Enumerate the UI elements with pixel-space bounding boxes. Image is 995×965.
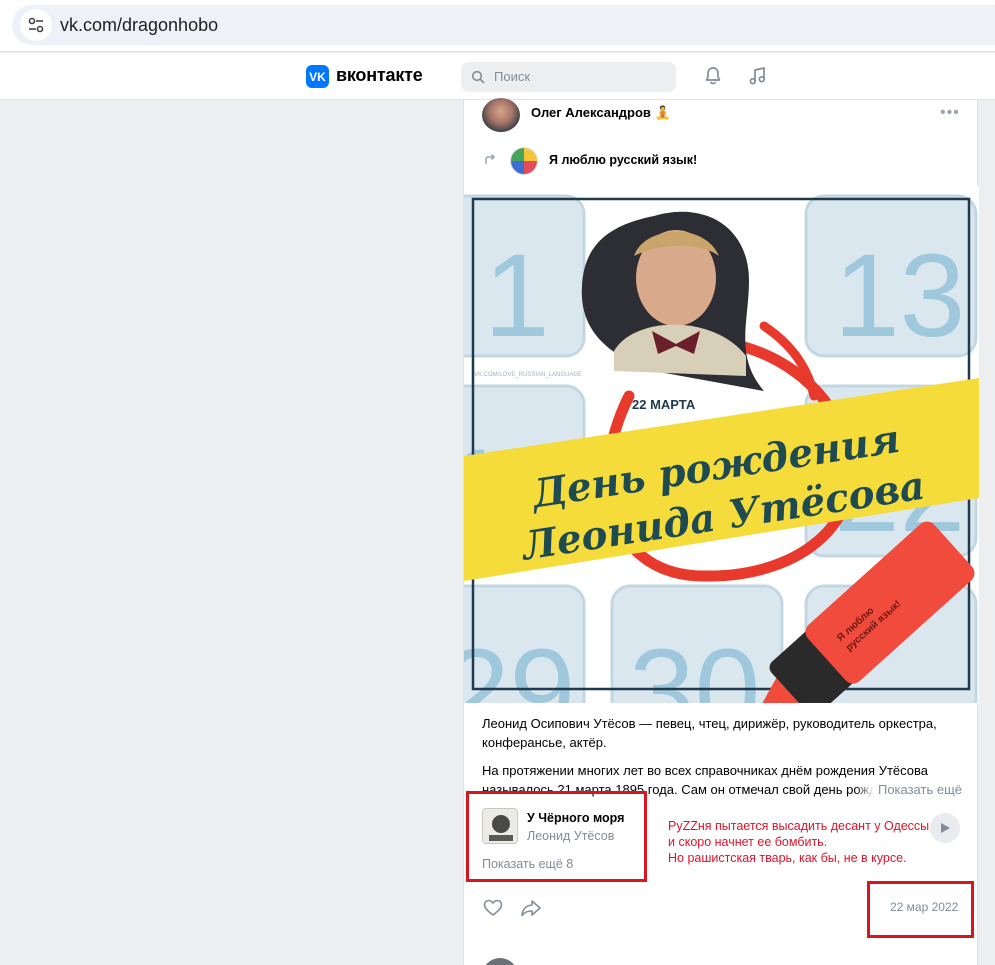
play-button[interactable] — [930, 813, 960, 843]
date-highlight-frame — [867, 881, 974, 938]
play-icon — [941, 823, 950, 833]
calendar-number: 30 — [629, 625, 760, 703]
post-paragraph-1: Леонид Осипович Утёсов — певец, чтец, ди… — [482, 716, 937, 750]
address-bar[interactable]: vk.com/dragonhobo — [12, 5, 995, 45]
tune-icon — [28, 17, 44, 33]
search-input[interactable]: Поиск — [461, 62, 676, 92]
brand-name[interactable]: вконтакте — [336, 65, 423, 86]
post-image[interactable]: 1 13 10 22 29 30 VK.COM/LOVE_RUSSIAN_LAN… — [464, 186, 979, 703]
repost-group-name[interactable]: Я люблю русский язык! — [549, 153, 697, 167]
next-post-avatar[interactable] — [482, 958, 518, 965]
search-icon — [471, 70, 485, 84]
repost-icon — [485, 153, 496, 164]
audio-highlight-frame — [466, 791, 647, 882]
vk-logo[interactable]: VK — [306, 65, 329, 88]
image-date-label: 22 МАРТА — [632, 397, 696, 412]
music-note-icon[interactable] — [747, 65, 769, 87]
site-header: VK вконтакте Поиск — [0, 53, 995, 100]
calendar-number: 1 — [484, 230, 550, 362]
calendar-number: 29 — [464, 625, 575, 703]
browser-toolbar: vk.com/dragonhobo — [0, 0, 995, 52]
show-more-link[interactable]: Показать ещё — [855, 780, 962, 799]
search-placeholder: Поиск — [494, 69, 531, 84]
author-name[interactable]: Олег Александров 🧘 — [531, 105, 671, 121]
post-text: Леонид Осипович Утёсов — певец, чтец, ди… — [482, 714, 962, 799]
share-icon[interactable] — [520, 899, 542, 917]
group-avatar[interactable] — [510, 147, 538, 175]
heart-icon[interactable] — [483, 899, 503, 917]
bell-icon[interactable] — [702, 65, 724, 87]
post-more-button[interactable]: ••• — [940, 104, 960, 122]
image-watermark: VK.COM/LOVE_RUSSIAN_LANGUAGE — [474, 372, 582, 378]
calendar-number: 13 — [834, 230, 965, 362]
author-avatar[interactable] — [482, 98, 520, 132]
annotation-text: РуZZня пытается высадить десант у Одессы… — [668, 819, 933, 865]
site-settings-button[interactable] — [20, 9, 52, 41]
url-text[interactable]: vk.com/dragonhobo — [60, 15, 218, 36]
